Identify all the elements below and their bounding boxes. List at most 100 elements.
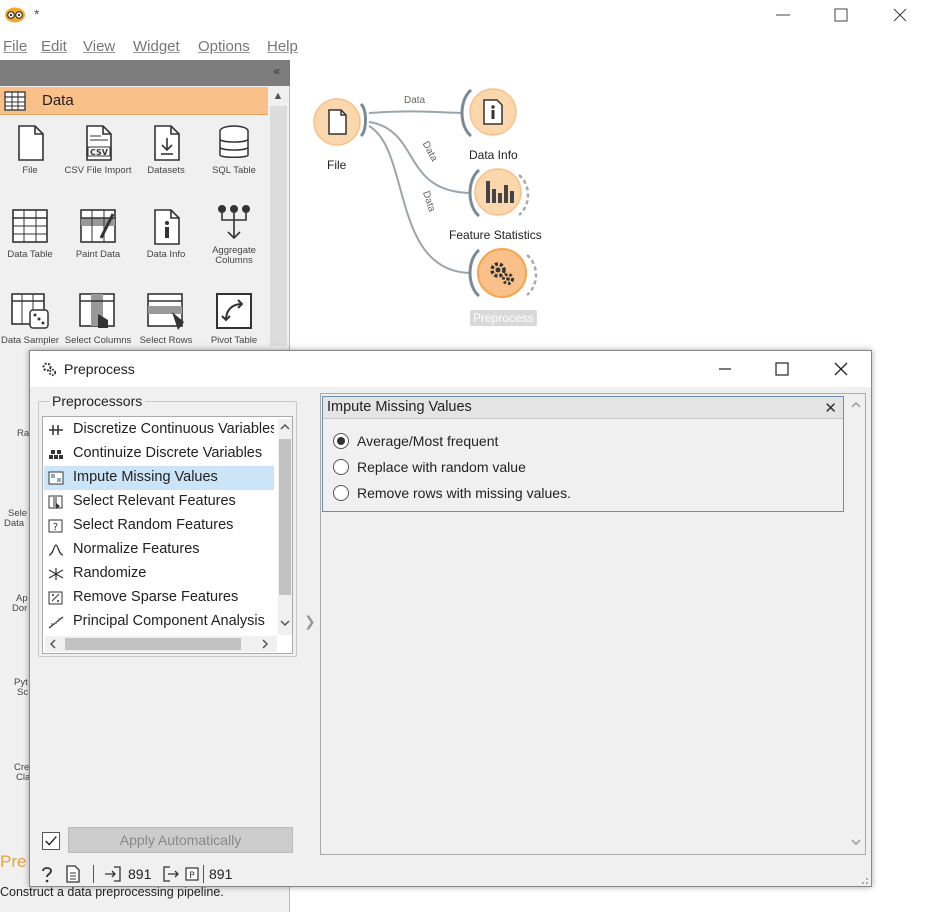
collapse-icon[interactable]: « bbox=[273, 64, 280, 78]
help-description: Construct a data preprocessing pipeline. bbox=[0, 885, 224, 899]
info-icon bbox=[154, 209, 180, 245]
widget-select-rows[interactable]: Select Rows bbox=[131, 292, 201, 346]
node-preprocess-label[interactable]: Preprocess bbox=[470, 310, 537, 326]
file-icon bbox=[313, 98, 361, 146]
preprocessor-select-random[interactable]: ? Select Random Features bbox=[44, 514, 274, 538]
canvas-links bbox=[359, 88, 538, 298]
close-icon[interactable] bbox=[887, 4, 913, 26]
dialog-titlebar: Preprocess bbox=[30, 351, 871, 387]
preprocessors-group: Preprocessors Discretize Continuous Vari… bbox=[38, 393, 297, 657]
widget-select-columns[interactable]: Select Columns bbox=[63, 292, 133, 346]
editor-title: Impute Missing Values bbox=[327, 399, 472, 415]
info-icon bbox=[469, 88, 517, 136]
menu-bar: File Edit View Widget Options Help bbox=[0, 36, 930, 58]
svg-text:P: P bbox=[189, 871, 195, 881]
preprocessor-normalize[interactable]: Normalize Features bbox=[44, 538, 274, 562]
node-feature-statistics[interactable] bbox=[474, 168, 522, 216]
preprocessor-impute[interactable]: Impute Missing Values bbox=[44, 466, 274, 490]
radio-random-value[interactable] bbox=[333, 459, 349, 475]
radio-remove-rows-label[interactable]: Remove rows with missing values. bbox=[357, 485, 571, 501]
node-file-label[interactable]: File bbox=[327, 158, 346, 172]
widget-paint-data[interactable]: Paint Data bbox=[63, 208, 133, 260]
node-data-info-label[interactable]: Data Info bbox=[469, 148, 518, 162]
apply-automatically-checkbox[interactable] bbox=[42, 832, 60, 850]
window-titlebar: * bbox=[0, 0, 930, 32]
database-icon bbox=[219, 125, 249, 158]
resize-grip-icon[interactable] bbox=[859, 875, 869, 885]
preprocessors-list[interactable]: Discretize Continuous Variables Continui… bbox=[42, 416, 293, 654]
node-preprocess[interactable] bbox=[477, 248, 527, 298]
remove-sparse-icon bbox=[48, 591, 63, 605]
menu-edit[interactable]: Edit bbox=[41, 38, 67, 55]
select-rows-icon bbox=[147, 293, 184, 330]
file-icon bbox=[18, 125, 44, 161]
report-icon[interactable] bbox=[64, 865, 82, 883]
scroll-up-icon[interactable]: ▲ bbox=[271, 90, 285, 104]
preprocessor-select-relevant[interactable]: Select Relevant Features bbox=[44, 490, 274, 514]
preprocessor-output-icon: P bbox=[185, 867, 199, 881]
widget-datasets[interactable]: Datasets bbox=[131, 124, 201, 176]
aggregate-icon bbox=[218, 205, 250, 240]
minimize-icon[interactable] bbox=[770, 4, 796, 26]
menu-options[interactable]: Options bbox=[198, 38, 250, 55]
widget-aggregate-columns[interactable]: Aggregate Columns bbox=[199, 202, 269, 266]
category-data-header[interactable]: Data bbox=[0, 87, 268, 115]
widget-data-table[interactable]: Data Table bbox=[0, 208, 65, 260]
select-columns-icon bbox=[79, 293, 115, 328]
preprocessor-continuize[interactable]: Continuize Discrete Variables bbox=[44, 442, 274, 466]
menu-file[interactable]: File bbox=[3, 38, 27, 55]
preprocessor-editor-area: Impute Missing Values ✕ Average/Most fre… bbox=[320, 393, 866, 855]
discretize-icon bbox=[49, 425, 63, 435]
svg-text:?: ? bbox=[53, 522, 58, 533]
output-count: 891 bbox=[209, 866, 233, 882]
node-data-info[interactable] bbox=[469, 88, 517, 136]
list-vertical-scrollbar[interactable] bbox=[278, 419, 292, 635]
pivot-icon bbox=[216, 293, 252, 329]
menu-help[interactable]: Help bbox=[267, 38, 298, 55]
paint-icon bbox=[80, 209, 116, 243]
preprocessor-discretize[interactable]: Discretize Continuous Variables bbox=[44, 418, 274, 442]
impute-editor: Impute Missing Values ✕ Average/Most fre… bbox=[322, 396, 844, 512]
radio-random-value-label[interactable]: Replace with random value bbox=[357, 459, 526, 475]
widget-data-info[interactable]: Data Info bbox=[131, 208, 201, 260]
select-relevant-icon bbox=[48, 495, 63, 509]
dialog-statusbar: 891 P 891 bbox=[30, 861, 871, 887]
orange-logo-icon bbox=[5, 7, 25, 23]
minimize-icon[interactable] bbox=[713, 358, 737, 380]
category-label: Data bbox=[42, 92, 74, 109]
node-file[interactable] bbox=[313, 98, 361, 146]
impute-icon bbox=[48, 471, 64, 485]
widget-data-sampler[interactable]: Data Sampler bbox=[0, 292, 65, 346]
bar-chart-icon bbox=[474, 168, 522, 216]
radio-average[interactable] bbox=[333, 433, 349, 449]
widget-file[interactable]: File bbox=[0, 124, 65, 176]
widget-sql-table[interactable]: SQL Table bbox=[199, 124, 269, 176]
preprocessor-randomize[interactable]: Randomize bbox=[44, 562, 274, 586]
help-icon[interactable] bbox=[38, 865, 56, 883]
preprocessor-remove-sparse[interactable]: Remove Sparse Features bbox=[44, 586, 274, 610]
randomize-icon bbox=[48, 568, 64, 580]
maximize-icon[interactable] bbox=[828, 4, 854, 26]
maximize-icon[interactable] bbox=[770, 358, 794, 380]
input-icon bbox=[105, 866, 121, 882]
apply-button[interactable]: Apply Automatically bbox=[68, 827, 293, 853]
toolbox-scrollbar[interactable] bbox=[270, 106, 287, 346]
radio-remove-rows[interactable] bbox=[333, 485, 349, 501]
radio-average-label[interactable]: Average/Most frequent bbox=[357, 433, 498, 449]
menu-view[interactable]: View bbox=[83, 38, 115, 55]
gears-icon bbox=[477, 248, 527, 298]
menu-widget[interactable]: Widget bbox=[133, 38, 180, 55]
widget-csv-file-import[interactable]: CSV CSV File Import bbox=[63, 124, 133, 176]
window-title: * bbox=[34, 6, 40, 22]
help-title: Pre bbox=[0, 852, 27, 871]
preprocessor-pca[interactable]: Principal Component Analysis bbox=[44, 610, 274, 634]
close-icon[interactable] bbox=[829, 358, 853, 380]
list-horizontal-scrollbar[interactable] bbox=[45, 636, 277, 652]
link-label: Data bbox=[404, 95, 426, 106]
svg-text:CSV: CSV bbox=[90, 148, 109, 157]
widget-pivot-table[interactable]: Pivot Table bbox=[199, 292, 269, 346]
node-feature-statistics-label[interactable]: Feature Statistics bbox=[449, 228, 542, 242]
editor-vertical-scrollbar[interactable] bbox=[848, 396, 864, 852]
sampler-icon bbox=[11, 293, 49, 329]
editor-close-icon[interactable]: ✕ bbox=[824, 399, 837, 417]
